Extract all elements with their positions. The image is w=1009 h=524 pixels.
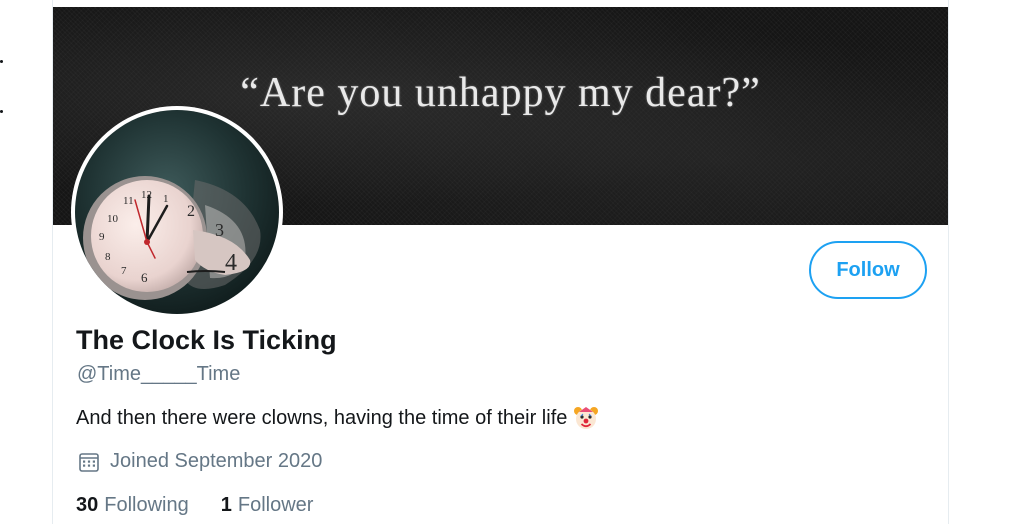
clock-number: 6 xyxy=(141,270,148,285)
melting-clock-image: 11 12 1 2 3 4 10 9 8 7 6 xyxy=(75,110,279,314)
clock-number: 4 xyxy=(225,250,237,276)
clock-number: 11 xyxy=(123,195,134,207)
clock-number: 1 xyxy=(163,193,169,205)
profile-bio-text: And then there were clowns, having the t… xyxy=(76,406,568,429)
follow-button[interactable]: Follow xyxy=(809,241,927,299)
followers-label: Follower xyxy=(237,494,314,516)
clock-number: 8 xyxy=(105,251,111,263)
clock-number: 9 xyxy=(99,231,105,243)
profile-display-name: The Clock Is Ticking xyxy=(76,325,337,355)
profile-page: “Are you unhappy my dear?” 11 12 1 2 3 4… xyxy=(0,0,1009,524)
profile-handle: @Time_____Time xyxy=(77,363,241,385)
following-label: Following xyxy=(104,494,189,516)
followers-link[interactable]: 1 Follower xyxy=(221,494,314,517)
following-link[interactable]: 30 Following xyxy=(76,494,189,517)
clock-number: 2 xyxy=(187,203,195,220)
profile-bio: And then there were clowns, having the t… xyxy=(76,405,599,431)
clock-number: 10 xyxy=(107,213,119,225)
followers-count: 1 xyxy=(220,494,232,516)
edge-dot xyxy=(0,110,3,113)
avatar[interactable]: 11 12 1 2 3 4 10 9 8 7 6 xyxy=(71,106,283,318)
clock-number: 7 xyxy=(121,265,127,277)
profile-header: “Are you unhappy my dear?” 11 12 1 2 3 4… xyxy=(52,0,949,524)
profile-joined-date: Joined September 2020 xyxy=(78,450,322,473)
joined-date-text: Joined September 2020 xyxy=(110,450,323,472)
following-count: 30 xyxy=(76,494,99,516)
calendar-icon xyxy=(79,452,99,472)
left-edge-marks xyxy=(0,0,10,200)
clown-face-icon xyxy=(574,407,599,429)
edge-dot xyxy=(0,60,3,63)
profile-stats: 30 Following 1 Follower xyxy=(76,494,345,517)
clock-number: 3 xyxy=(215,220,224,240)
